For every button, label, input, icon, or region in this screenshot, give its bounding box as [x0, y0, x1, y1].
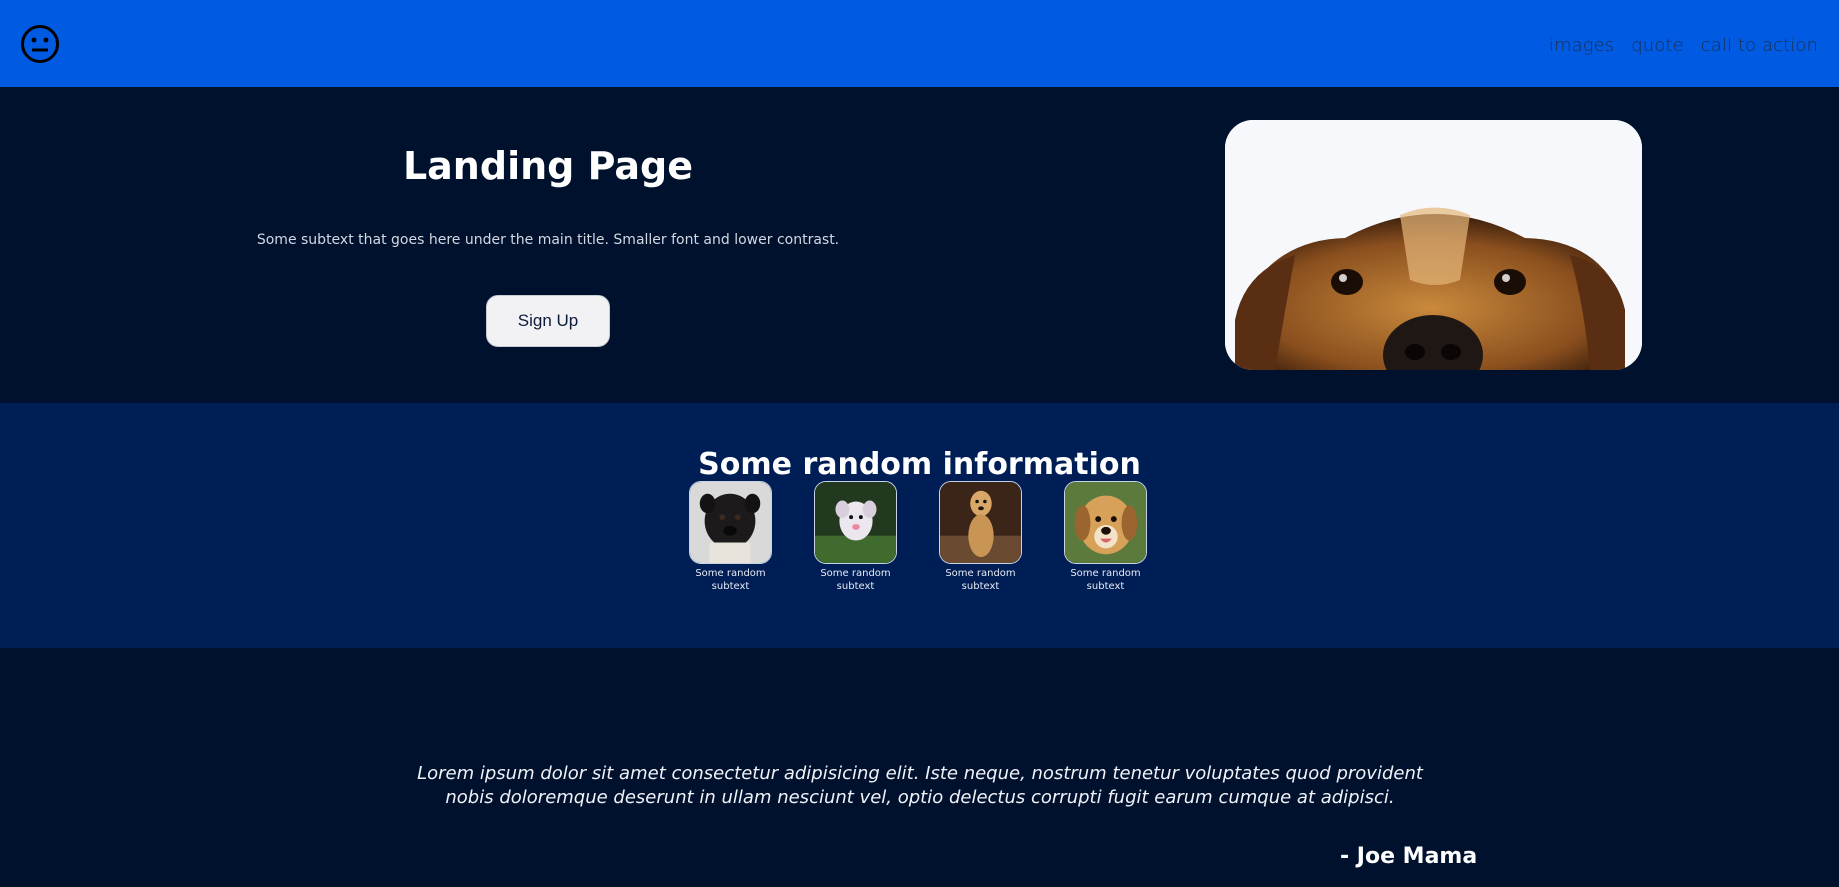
neutral-face-icon[interactable]	[20, 24, 60, 64]
navbar: images quote call to action	[0, 0, 1839, 87]
info-card: Some random subtext	[1064, 481, 1147, 593]
nav-link-quote[interactable]: quote	[1631, 35, 1683, 56]
card-subtext: Some random subtext	[820, 568, 891, 592]
quote-section: Lorem ipsum dolor sit amet consectetur a…	[0, 648, 1839, 887]
info-card: Some random subtext	[814, 481, 897, 593]
info-card: Some random subtext	[689, 481, 772, 593]
signup-button[interactable]: Sign Up	[486, 295, 610, 347]
white-dog-photo	[814, 481, 897, 564]
card-list: Some random subtext Some random subtext	[689, 481, 1147, 593]
hero-title: Landing Page	[402, 144, 694, 188]
info-title: Some random information	[698, 447, 1141, 482]
nav-link-call-to-action[interactable]: call to action	[1701, 35, 1818, 56]
golden-dog-photo	[939, 481, 1022, 564]
nav-link-images[interactable]: images	[1549, 35, 1614, 56]
hero-subtitle: Some subtext that goes here under the ma…	[256, 232, 840, 248]
pug-photo	[689, 481, 772, 564]
info-card: Some random subtext	[939, 481, 1022, 593]
info-section: Some random information Some random subt…	[0, 403, 1839, 648]
beagle-photo	[1064, 481, 1147, 564]
card-subtext: Some random subtext	[695, 568, 766, 592]
quote-author: - Joe Mama	[1340, 844, 1478, 869]
quote-text: Lorem ipsum dolor sit amet consectetur a…	[417, 763, 1423, 808]
card-subtext: Some random subtext	[1070, 568, 1141, 592]
nav-links: images quote call to action	[1549, 35, 1818, 56]
hero-dog-image	[1225, 120, 1642, 370]
card-subtext: Some random subtext	[945, 568, 1016, 592]
